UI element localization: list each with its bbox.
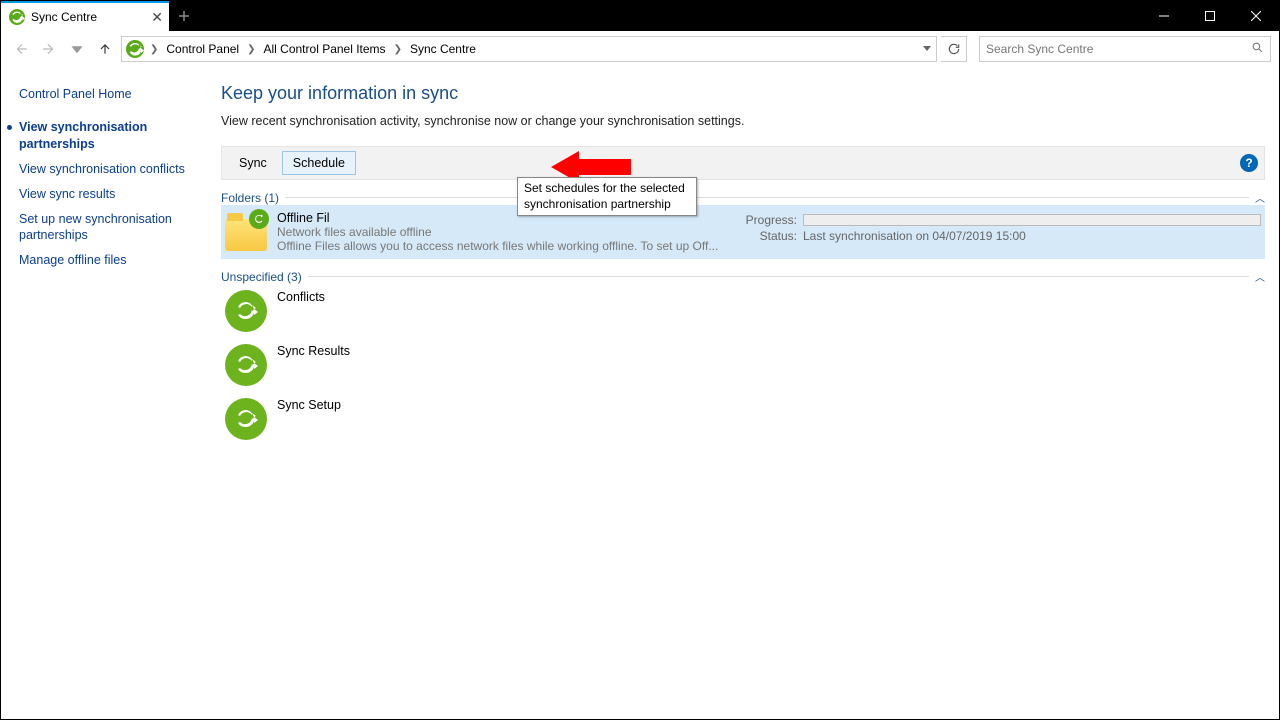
status-value: Last synchronisation on 04/07/2019 15:00 — [803, 229, 1026, 243]
page-subtext: View recent synchronisation activity, sy… — [221, 114, 1265, 128]
group-label: Unspecified (3) — [221, 270, 302, 284]
sync-icon — [225, 398, 267, 440]
tab-title: Sync Centre — [31, 10, 97, 24]
item-title: Sync Results — [277, 344, 1261, 358]
folder-icon — [225, 211, 267, 253]
window-tab[interactable]: Sync Centre ✕ — [1, 1, 169, 31]
conflicts-item[interactable]: Conflicts — [221, 284, 1265, 338]
sync-badge-icon — [249, 209, 269, 229]
refresh-button[interactable] — [941, 36, 967, 62]
window-controls — [1141, 1, 1279, 31]
sync-centre-icon — [9, 9, 25, 25]
item-title: Sync Setup — [277, 398, 1261, 412]
item-subtitle: Network files available offline — [277, 225, 731, 239]
breadcrumb-item[interactable]: All Control Panel Items — [260, 40, 390, 58]
item-status-block: Progress: Status: Last synchronisation o… — [741, 211, 1261, 243]
offline-files-item[interactable]: Offline Fil Network files available offl… — [221, 205, 1265, 259]
divider — [285, 197, 1249, 198]
sidebar-link-results[interactable]: View sync results — [19, 186, 191, 203]
minimize-button[interactable] — [1141, 1, 1187, 31]
item-text-block: Offline Fil Network files available offl… — [277, 211, 731, 253]
sidebar: Control Panel Home View synchronisation … — [1, 67, 201, 721]
control-panel-home-link[interactable]: Control Panel Home — [19, 87, 191, 101]
titlebar: Sync Centre ✕ — [1, 1, 1279, 31]
item-description: Offline Files allows you to access netwo… — [277, 239, 731, 253]
search-icon — [1251, 41, 1264, 57]
collapse-icon[interactable]: ︿ — [1255, 190, 1265, 205]
status-label: Status: — [741, 229, 797, 243]
sync-icon — [225, 290, 267, 332]
recent-dropdown[interactable] — [65, 37, 89, 61]
search-input[interactable]: Search Sync Centre — [979, 36, 1271, 62]
back-button[interactable] — [9, 37, 33, 61]
progress-bar — [803, 214, 1261, 226]
schedule-tooltip: Set schedules for the selected synchroni… — [517, 177, 697, 216]
search-placeholder: Search Sync Centre — [986, 42, 1093, 56]
toolbar: Sync Schedule ? — [221, 146, 1265, 180]
breadcrumb-item[interactable]: Control Panel — [162, 40, 243, 58]
navbar: ❯ Control Panel ❯ All Control Panel Item… — [1, 31, 1279, 67]
sidebar-link-offline[interactable]: Manage offline files — [19, 252, 191, 269]
collapse-icon[interactable]: ︿ — [1255, 269, 1265, 284]
sync-results-item[interactable]: Sync Results — [221, 338, 1265, 392]
up-button[interactable] — [93, 37, 117, 61]
schedule-button[interactable]: Schedule — [282, 151, 356, 175]
close-tab-icon[interactable]: ✕ — [151, 9, 163, 26]
sync-button[interactable]: Sync — [228, 151, 278, 175]
main-panel: Keep your information in sync View recen… — [201, 67, 1279, 721]
content-area: Control Panel Home View synchronisation … — [1, 67, 1279, 721]
new-tab-button[interactable] — [169, 1, 199, 31]
group-header-unspecified[interactable]: Unspecified (3) ︿ — [221, 269, 1265, 284]
sync-icon — [225, 344, 267, 386]
maximize-button[interactable] — [1187, 1, 1233, 31]
chevron-right-icon: ❯ — [245, 44, 257, 55]
sidebar-link-conflicts[interactable]: View synchronisation conflicts — [19, 161, 191, 178]
item-title: Conflicts — [277, 290, 1261, 304]
address-dropdown-icon[interactable] — [922, 40, 932, 58]
page-heading: Keep your information in sync — [221, 83, 1265, 104]
sidebar-link-setup[interactable]: Set up new synchronisation partnerships — [19, 211, 191, 245]
breadcrumb-item[interactable]: Sync Centre — [406, 40, 480, 58]
progress-label: Progress: — [741, 213, 797, 227]
group-label: Folders (1) — [221, 191, 279, 205]
forward-button[interactable] — [37, 37, 61, 61]
sync-centre-path-icon — [126, 40, 144, 58]
divider — [308, 276, 1249, 277]
close-button[interactable] — [1233, 1, 1279, 31]
sidebar-link-partnerships[interactable]: View synchronisation partnerships — [19, 119, 191, 153]
chevron-right-icon: ❯ — [392, 44, 404, 55]
group-header-folders[interactable]: Folders (1) ︿ — [221, 190, 1265, 205]
sync-setup-item[interactable]: Sync Setup — [221, 392, 1265, 446]
chevron-right-icon: ❯ — [148, 44, 160, 55]
address-bar[interactable]: ❯ Control Panel ❯ All Control Panel Item… — [121, 36, 937, 62]
help-icon[interactable]: ? — [1240, 154, 1258, 172]
